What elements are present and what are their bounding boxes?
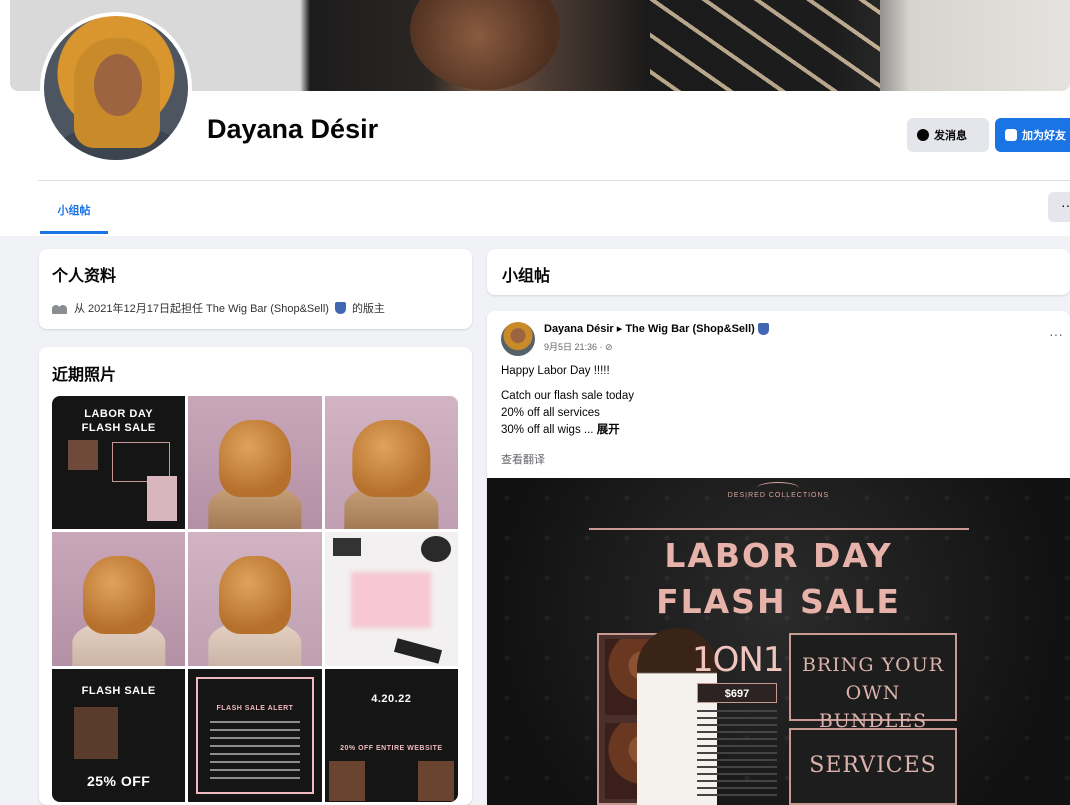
intro-card: 个人资料 从 2021年12月17日起担任 The Wig Bar (Shop&…	[39, 249, 472, 329]
group-icon	[52, 303, 68, 314]
post-author[interactable]: Dayana Désir ▸ The Wig Bar (Shop&Sell)	[544, 322, 769, 336]
post-text: Happy Labor Day !!!!! Catch our flash sa…	[501, 365, 634, 436]
flyer-title-line2: FLASH SALE	[656, 582, 901, 621]
photo-thumbnail[interactable]	[324, 532, 458, 666]
messenger-icon	[917, 129, 929, 141]
add-friend-icon	[1005, 129, 1017, 141]
moderator-badge-icon	[334, 302, 346, 314]
post-timestamp[interactable]: 9月5日 21:36 · ⊘	[544, 340, 613, 353]
photo-thumbnail[interactable]	[188, 396, 322, 530]
photo-thumbnail[interactable]	[324, 396, 458, 530]
photo-thumbnail[interactable]	[188, 532, 322, 666]
flyer-brand: DESIRED COLLECTIONS	[727, 492, 830, 499]
photo-grid: LABOR DAY FLASH SALE FLASH SALE 25% OFF …	[52, 396, 458, 802]
header-divider	[38, 180, 1070, 181]
photo-thumbnail[interactable]: FLASH SALE ALERT	[188, 668, 322, 802]
flyer-panel-services: SERVICES	[789, 728, 957, 805]
message-button[interactable]: 发消息	[907, 118, 989, 152]
more-options-button[interactable]: ···	[1048, 192, 1070, 222]
flyer-1on1: 1ON1	[692, 640, 784, 680]
see-translation-link[interactable]: 查看翻译	[501, 451, 545, 467]
tab-group-posts[interactable]: 小组帖	[40, 186, 108, 234]
intro-title: 个人资料	[52, 268, 117, 285]
flyer-price: $697	[697, 683, 777, 703]
post-card: Dayana Désir ▸ The Wig Bar (Shop&Sell) 9…	[487, 311, 1070, 805]
photo-thumbnail[interactable]: FLASH SALE 25% OFF	[52, 668, 186, 802]
recent-photos-title: 近期照片	[52, 367, 117, 384]
photo-thumbnail[interactable]	[52, 532, 186, 666]
moderator-badge-icon	[757, 323, 769, 336]
moderator-info: 从 2021年12月17日起担任 The Wig Bar (Shop&Sell)…	[52, 300, 385, 316]
cover-photo-subject	[410, 0, 560, 90]
photo-thumbnail[interactable]: 4.20.22 20% OFF ENTIRE WEBSITE	[324, 668, 458, 802]
cover-photo-shirt	[650, 0, 880, 91]
flyer-title-line1: LABOR DAY	[664, 536, 893, 575]
group-posts-title: 小组帖	[502, 268, 551, 285]
see-more-link[interactable]: 展开	[597, 424, 620, 436]
recent-photos-card: 近期照片 LABOR DAY FLASH SALE FLASH SALE 25%…	[39, 347, 472, 805]
photo-thumbnail[interactable]: LABOR DAY FLASH SALE	[52, 396, 186, 530]
post-author-avatar[interactable]	[501, 322, 535, 356]
profile-header: Dayana Désir 发消息 加为好友 小组帖 ···	[0, 0, 1070, 236]
add-friend-button[interactable]: 加为好友	[995, 118, 1070, 152]
profile-name: Dayana Désir	[207, 114, 379, 144]
flyer-panel-bundles: BRING YOUR OWN BUNDLES	[789, 633, 957, 732]
post-image[interactable]: DESIRED COLLECTIONS LABOR DAY FLASH SALE…	[487, 478, 1070, 805]
active-tab-indicator	[40, 231, 108, 234]
profile-avatar[interactable]	[40, 12, 192, 164]
post-options-button[interactable]: ···	[1049, 326, 1063, 342]
group-posts-header: 小组帖	[487, 249, 1070, 295]
